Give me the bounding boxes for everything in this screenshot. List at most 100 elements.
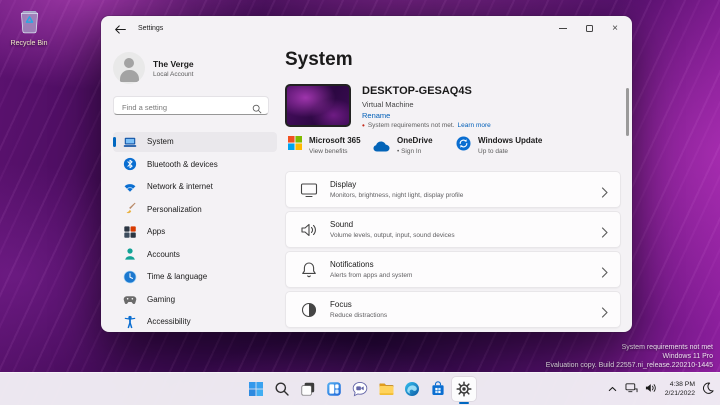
volume-icon[interactable] [645, 381, 658, 399]
quick-link-subtitle: Up to date [478, 148, 508, 155]
sidebar-item-network-internet[interactable]: Network & internet [113, 177, 277, 197]
bluetooth-icon [123, 157, 137, 171]
sidebar-item-accounts[interactable]: Accounts [113, 245, 277, 265]
chevron-right-icon [601, 185, 608, 203]
chat-icon [352, 381, 368, 397]
system-icon [123, 135, 137, 149]
clock-time: 4:38 PM [669, 381, 695, 388]
card-title: Display [330, 180, 357, 190]
card-title: Notifications [330, 260, 374, 270]
device-type: Virtual Machine [362, 100, 414, 109]
account-type: Local Account [153, 70, 194, 78]
sidebar-item-label: Bluetooth & devices [147, 159, 218, 169]
device-name: DESKTOP-GESAQ4S [362, 85, 472, 97]
device-wallpaper-thumbnail [285, 84, 351, 127]
sidebar-item-system[interactable]: System [113, 132, 277, 152]
warning-text: System requirements not met. [367, 122, 455, 129]
quick-link-title: OneDrive [397, 136, 433, 145]
file-explorer-button[interactable] [374, 377, 398, 401]
chevron-right-icon [601, 265, 608, 283]
clock-date: 2/21/2022 [664, 389, 695, 397]
minimize-button[interactable] [550, 20, 576, 37]
chat-button[interactable] [348, 377, 372, 401]
bell-icon [299, 260, 319, 280]
sidebar-item-label: Personalization [147, 204, 202, 214]
edge-browser-button[interactable] [400, 377, 424, 401]
widgets-button[interactable] [322, 377, 346, 401]
sidebar-item-time-language[interactable]: Time & language [113, 267, 277, 287]
quick-links-row: Microsoft 365 View benefits OneDrive • S… [288, 136, 542, 157]
task-view-icon [301, 382, 315, 396]
settings-window: Settings × The Verge Local Account Find … [101, 16, 632, 332]
scrollbar[interactable] [626, 88, 629, 136]
account-header[interactable]: The Verge Local Account [113, 52, 194, 84]
desktop: Recycle Bin System requirements not met … [0, 0, 720, 405]
card-notifications[interactable]: Notifications Alerts from apps and syste… [285, 251, 621, 288]
apps-icon [123, 225, 137, 239]
quick-link-subtitle: • Sign In [397, 148, 422, 155]
system-tray: 4:38 PM 2/21/2022 [607, 373, 714, 405]
warning-dot-icon: • [362, 120, 365, 130]
sidebar-item-bluetooth-devices[interactable]: Bluetooth & devices [113, 155, 277, 175]
avatar [113, 52, 145, 84]
quick-link-microsoft-365[interactable]: Microsoft 365 View benefits [288, 136, 373, 157]
quick-link-title: Windows Update [478, 136, 543, 145]
accessibility-icon [123, 315, 137, 329]
card-subtitle: Monitors, brightness, night light, displ… [330, 191, 464, 199]
gamepad-icon [123, 292, 137, 306]
tray-chevron-up-icon[interactable] [607, 381, 618, 399]
person-icon [123, 247, 137, 261]
window-title: Settings [138, 25, 164, 32]
recycle-bin-label: Recycle Bin [10, 40, 48, 47]
back-arrow-icon [115, 24, 126, 34]
quick-link-subtitle: View benefits [309, 148, 348, 155]
page-title: System [285, 49, 353, 70]
task-view-button[interactable] [296, 377, 320, 401]
quick-link-windows-update[interactable]: Windows Update Up to date [456, 136, 542, 157]
learn-more-link[interactable]: Learn more [458, 122, 491, 129]
chevron-right-icon [601, 305, 608, 323]
settings-app-button[interactable] [452, 377, 476, 404]
start-button[interactable] [244, 377, 268, 401]
card-title: Sound [330, 220, 354, 230]
sidebar-item-accessibility[interactable]: Accessibility [113, 312, 277, 332]
card-sound[interactable]: Sound Volume levels, output, input, soun… [285, 211, 621, 248]
window-controls: × [550, 20, 628, 37]
sidebar-item-label: System [147, 137, 174, 147]
maximize-icon [585, 25, 593, 32]
device-warning: • System requirements not met. Learn mor… [362, 120, 491, 130]
minimize-icon [559, 28, 567, 29]
desktop-watermark: System requirements not met Windows 11 P… [546, 343, 713, 370]
do-not-disturb-moon-icon[interactable] [702, 381, 714, 399]
display-icon [299, 180, 319, 200]
sidebar-item-apps[interactable]: Apps [113, 222, 277, 242]
back-button[interactable] [114, 23, 130, 35]
quick-link-onedrive[interactable]: OneDrive • Sign In [373, 136, 456, 157]
card-focus[interactable]: Focus Reduce distractions [285, 291, 621, 328]
maximize-button[interactable] [576, 20, 602, 37]
sidebar-item-label: Apps [147, 227, 166, 237]
network-icon[interactable] [625, 381, 638, 399]
gear-icon [456, 381, 472, 397]
windows-logo-icon [249, 382, 263, 396]
taskbar-search-button[interactable] [270, 377, 294, 401]
microsoft-store-button[interactable] [426, 377, 450, 401]
sidebar-item-personalization[interactable]: Personalization [113, 200, 277, 220]
card-subtitle: Volume levels, output, input, sound devi… [330, 231, 455, 239]
close-button[interactable]: × [602, 20, 628, 37]
edge-icon [405, 382, 419, 396]
recycle-bin-shortcut[interactable]: Recycle Bin [6, 8, 52, 47]
settings-nav: System Bluetooth & devices Network & int… [113, 132, 277, 332]
quick-link-title: Microsoft 365 [309, 136, 361, 145]
sidebar-item-gaming[interactable]: Gaming [113, 290, 277, 310]
search-input[interactable] [114, 99, 268, 116]
wifi-icon [123, 180, 137, 194]
rename-link[interactable]: Rename [362, 111, 390, 120]
taskbar-clock[interactable]: 4:38 PM 2/21/2022 [665, 381, 695, 398]
sidebar-item-label: Gaming [147, 294, 176, 304]
card-display[interactable]: Display Monitors, brightness, night ligh… [285, 171, 621, 208]
folder-icon [379, 383, 394, 395]
card-subtitle: Reduce distractions [330, 311, 388, 319]
taskbar-app-icons [244, 377, 476, 404]
watermark-line-1: System requirements not met [621, 344, 713, 351]
